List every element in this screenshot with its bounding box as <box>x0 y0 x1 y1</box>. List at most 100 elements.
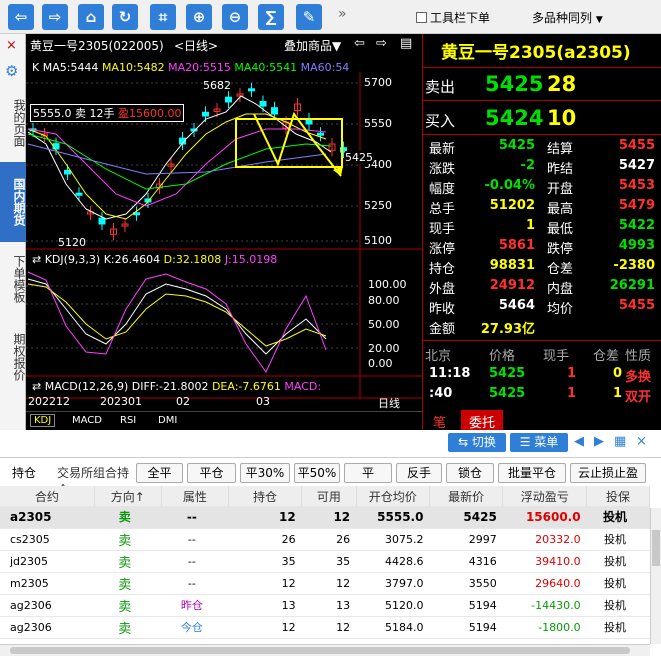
multi-product-dropdown[interactable]: 多品种同列 ▼ <box>532 9 603 26</box>
menu-button[interactable]: ☰ 菜单 <box>510 433 568 452</box>
quote-field-label: 持仓 <box>429 262 456 277</box>
table-cell: -- <box>161 528 229 551</box>
tab-macd[interactable]: MACD <box>72 415 102 426</box>
quote-field-value: 5455 <box>618 138 655 153</box>
toolbar-order-checkbox[interactable]: 工具栏下单 <box>416 9 490 26</box>
table-cell: 13 <box>301 594 357 617</box>
table-cell: 12 <box>301 572 357 595</box>
crop-icon[interactable]: ⌗ <box>150 4 176 30</box>
table-cell: 12 <box>228 506 302 529</box>
kline-chart-panel[interactable]: 黄豆一号2305(022005) <日线> 叠加商品▼ ⇦ ⇨ ▤ K MA5:… <box>26 34 422 430</box>
horizontal-scrollbar[interactable] <box>0 644 650 656</box>
sell-price[interactable]: 5425 <box>485 72 543 96</box>
tick-cell: 多换 <box>625 370 652 385</box>
table-cell: 4316 <box>429 550 503 573</box>
sidebar-item-domestic-futures[interactable]: 国内期货 <box>0 162 26 242</box>
table-row[interactable]: m2305 卖 -- 12 12 3797.0 3550 29640.0 投机 <box>0 572 650 595</box>
column-header[interactable]: 投保 <box>586 486 650 506</box>
candle-body <box>225 96 232 103</box>
quote-field-label: 幅度 <box>429 182 456 197</box>
switch-button[interactable]: ⇆ 切换 <box>448 433 506 452</box>
table-cell: ag2306 <box>0 616 95 639</box>
sidebar-item-order-template[interactable]: 下单模板 <box>0 244 26 314</box>
back-icon[interactable]: ⇦ <box>8 4 34 30</box>
column-header[interactable]: 属性 <box>161 486 229 506</box>
gear-icon[interactable]: ⚙ <box>5 62 18 80</box>
table-cell: 13 <box>228 594 302 617</box>
column-header[interactable]: 开仓均价 <box>356 486 430 506</box>
column-header[interactable]: 可用 <box>301 486 357 506</box>
refresh-icon[interactable]: ↻ <box>112 4 138 30</box>
sidebar-item-my-page[interactable]: 我的页面 <box>0 92 26 154</box>
tab-dmi[interactable]: DMI <box>158 415 177 426</box>
quote-field-label: 总手 <box>429 202 456 217</box>
kdj-tick: 0.00 <box>368 357 393 370</box>
dock-icon[interactable]: ▦ <box>614 434 626 449</box>
table-row[interactable]: ag2306 卖今仓 12 12 5184.0 5194 -1800.0 投机 <box>0 616 650 639</box>
table-cell: 5555.0 <box>356 506 430 529</box>
action-button[interactable]: 平100% <box>344 463 392 498</box>
table-cell: 投机 <box>586 528 650 551</box>
buy-price[interactable]: 5424 <box>485 106 543 130</box>
candle-body <box>75 192 83 196</box>
forward-icon[interactable]: ⇨ <box>42 4 68 30</box>
right-arrow-icon[interactable]: ▶ <box>594 434 604 449</box>
column-header[interactable]: 浮动盈亏 <box>502 486 588 506</box>
table-cell: 12 <box>228 616 302 639</box>
table-row[interactable]: ag2306 卖昨仓 13 13 5120.0 5194 -14430.0 投机 <box>0 594 650 617</box>
action-button[interactable]: 平仓 <box>187 463 236 483</box>
action-button[interactable]: 批量平仓 <box>498 463 566 483</box>
more-chevron-icon[interactable]: » <box>338 6 347 22</box>
column-header[interactable]: 最新价 <box>429 486 504 506</box>
home-icon[interactable]: ⌂ <box>78 4 104 30</box>
price-tick: 5250 <box>364 199 392 212</box>
kdj-tick: 20.00 <box>368 342 400 355</box>
column-header[interactable]: 方向↑ <box>94 486 162 506</box>
tab-rsi[interactable]: RSI <box>120 415 136 426</box>
column-header[interactable]: 持仓 <box>228 486 303 506</box>
close-icon[interactable]: × <box>6 38 17 53</box>
sidebar-item-option-quote[interactable]: 期权报价 <box>0 322 26 392</box>
table-cell: 29640.0 <box>502 572 587 595</box>
zoom-in-icon[interactable]: ⊕ <box>186 4 212 30</box>
formula-icon[interactable]: ∑ <box>258 4 284 30</box>
table-cell: 35 <box>301 550 357 573</box>
quote-field-label: 仓差 <box>547 262 574 277</box>
close-icon[interactable]: × <box>636 434 647 449</box>
tab-tick[interactable]: 笔 <box>433 412 446 431</box>
date-tick: 202301 <box>100 395 142 408</box>
table-cell: 26 <box>301 528 357 551</box>
kdj-settings-icon: ⇄ <box>32 253 42 266</box>
table-cell: 投机 <box>586 550 650 573</box>
position-order-label[interactable]: 5555.0 卖 12手 盈15600.00 <box>30 104 185 122</box>
tick-header: 现手 <box>543 349 570 364</box>
left-arrow-icon[interactable]: ◀ <box>574 434 584 449</box>
table-cell: -14430.0 <box>502 594 587 617</box>
tick-cell: 1 <box>567 366 577 381</box>
position-table: 合约 方向↑ 属性 持仓 可用 开仓均价 最新价 浮动盈亏 投保 a2305 卖 -- 12 12 555… <box>0 486 650 639</box>
quote-field-value: 24912 <box>489 278 535 293</box>
pen-icon[interactable]: ✎ <box>296 4 322 30</box>
tab-kdj[interactable]: KDJ <box>30 414 56 427</box>
vertical-scrollbar[interactable] <box>650 508 661 644</box>
zoom-out-icon[interactable]: ⊖ <box>222 4 248 30</box>
table-row[interactable]: cs2305 卖 -- 26 26 3075.2 2997 20332.0 投机 <box>0 528 650 551</box>
action-button[interactable]: 平30% <box>240 463 290 483</box>
table-row[interactable]: jd2305 卖 -- 35 35 4428.6 4316 39410.0 投机 <box>0 550 650 573</box>
table-cell: 卖 <box>94 572 162 595</box>
action-button[interactable]: 全平 <box>136 463 183 483</box>
table-cell: 卖 <box>94 594 162 617</box>
price-tick: 5700 <box>364 76 392 89</box>
action-button[interactable]: 反手 <box>396 463 442 483</box>
action-button[interactable]: 锁仓 <box>446 463 494 483</box>
column-header[interactable]: 合约 <box>0 486 95 506</box>
table-cell: 35 <box>228 550 302 573</box>
action-button[interactable]: 平50% <box>294 463 340 483</box>
action-button[interactable]: 云止损止盈 <box>570 463 646 483</box>
indicator-tab-bar: KDJ MACD RSI DMI <box>26 411 422 430</box>
table-cell: 26 <box>228 528 302 551</box>
quote-field-label: 昨收 <box>429 302 456 317</box>
table-row[interactable]: a2305 卖 -- 12 12 5555.0 5425 15600.0 投机 <box>0 506 650 529</box>
table-cell: 20332.0 <box>502 528 587 551</box>
tab-position[interactable]: 持仓 <box>12 464 36 481</box>
